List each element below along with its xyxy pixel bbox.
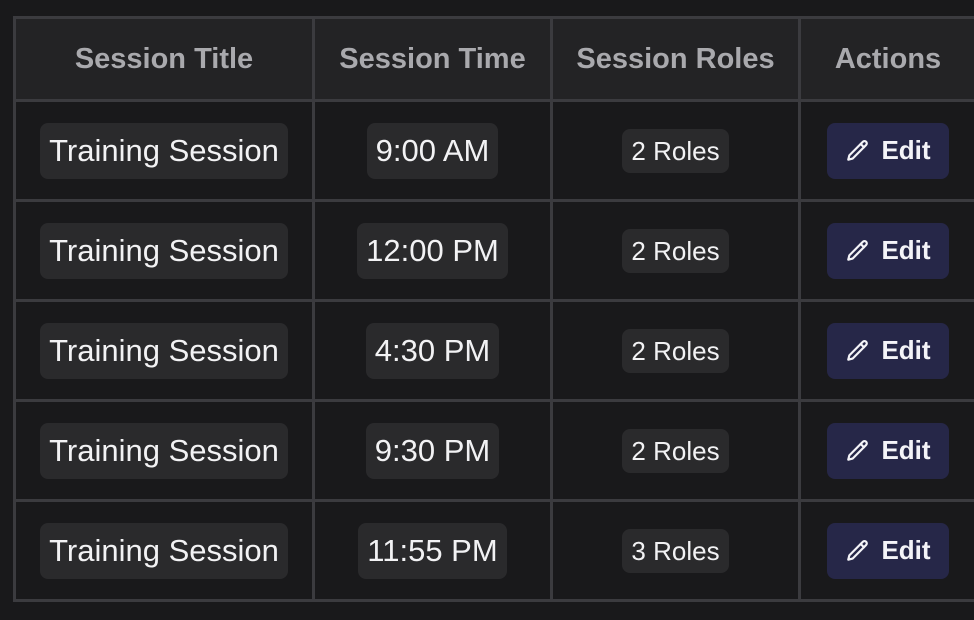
pencil-icon <box>845 438 871 464</box>
edit-button[interactable]: Edit <box>827 322 949 379</box>
cell-roles: 2 Roles <box>550 399 801 502</box>
table-row: Training Session 9:00 AM 2 Roles Edit <box>13 99 974 202</box>
edit-button-label: Edit <box>881 335 931 365</box>
session-roles-badge: 2 Roles <box>622 128 729 173</box>
cell-roles: 2 Roles <box>550 199 801 302</box>
session-time: 9:30 PM <box>365 422 500 479</box>
pencil-icon <box>845 338 871 364</box>
session-title: Training Session <box>40 222 288 279</box>
sessions-table: Session Title Session Time Session Roles… <box>13 16 974 602</box>
table-row: Training Session 9:30 PM 2 Roles Edit <box>13 399 974 502</box>
cell-actions: Edit <box>798 199 974 302</box>
session-title: Training Session <box>40 322 288 379</box>
session-time: 11:55 PM <box>358 522 507 579</box>
table-row: Training Session 4:30 PM 2 Roles Edit <box>13 299 974 402</box>
cell-title: Training Session <box>13 299 315 402</box>
cell-actions: Edit <box>798 399 974 502</box>
header-session-title: Session Title <box>13 16 315 102</box>
sessions-table-container: Session Title Session Time Session Roles… <box>13 16 974 602</box>
header-session-time: Session Time <box>312 16 553 102</box>
cell-time: 11:55 PM <box>312 499 553 602</box>
table-body: Training Session 9:00 AM 2 Roles Edit Tr… <box>13 99 974 602</box>
session-title: Training Session <box>40 122 288 179</box>
session-roles-badge: 3 Roles <box>622 528 729 573</box>
cell-title: Training Session <box>13 499 315 602</box>
edit-button[interactable]: Edit <box>827 422 949 479</box>
edit-button[interactable]: Edit <box>827 522 949 579</box>
edit-button[interactable]: Edit <box>827 122 949 179</box>
session-roles-badge: 2 Roles <box>622 328 729 373</box>
session-time: 12:00 PM <box>357 222 508 279</box>
cell-time: 9:30 PM <box>312 399 553 502</box>
cell-time: 4:30 PM <box>312 299 553 402</box>
table-row: Training Session 12:00 PM 2 Roles Edit <box>13 199 974 302</box>
table-header-row: Session Title Session Time Session Roles… <box>13 16 974 102</box>
cell-title: Training Session <box>13 199 315 302</box>
pencil-icon <box>845 538 871 564</box>
cell-actions: Edit <box>798 499 974 602</box>
cell-time: 12:00 PM <box>312 199 553 302</box>
header-actions: Actions <box>798 16 974 102</box>
pencil-icon <box>845 138 871 164</box>
edit-button-label: Edit <box>881 135 931 165</box>
edit-button-label: Edit <box>881 535 931 565</box>
session-title: Training Session <box>40 422 288 479</box>
cell-time: 9:00 AM <box>312 99 553 202</box>
session-title: Training Session <box>40 522 288 579</box>
edit-button[interactable]: Edit <box>827 222 949 279</box>
cell-actions: Edit <box>798 299 974 402</box>
edit-button-label: Edit <box>881 235 931 265</box>
pencil-icon <box>845 238 871 264</box>
session-time: 4:30 PM <box>365 322 500 379</box>
table-header: Session Title Session Time Session Roles… <box>13 16 974 102</box>
cell-actions: Edit <box>798 99 974 202</box>
cell-title: Training Session <box>13 399 315 502</box>
table-row: Training Session 11:55 PM 3 Roles Edit <box>13 499 974 602</box>
cell-title: Training Session <box>13 99 315 202</box>
session-roles-badge: 2 Roles <box>622 428 729 473</box>
cell-roles: 2 Roles <box>550 299 801 402</box>
cell-roles: 3 Roles <box>550 499 801 602</box>
session-time: 9:00 AM <box>366 122 499 179</box>
cell-roles: 2 Roles <box>550 99 801 202</box>
edit-button-label: Edit <box>881 435 931 465</box>
session-roles-badge: 2 Roles <box>622 228 729 273</box>
header-session-roles: Session Roles <box>550 16 801 102</box>
